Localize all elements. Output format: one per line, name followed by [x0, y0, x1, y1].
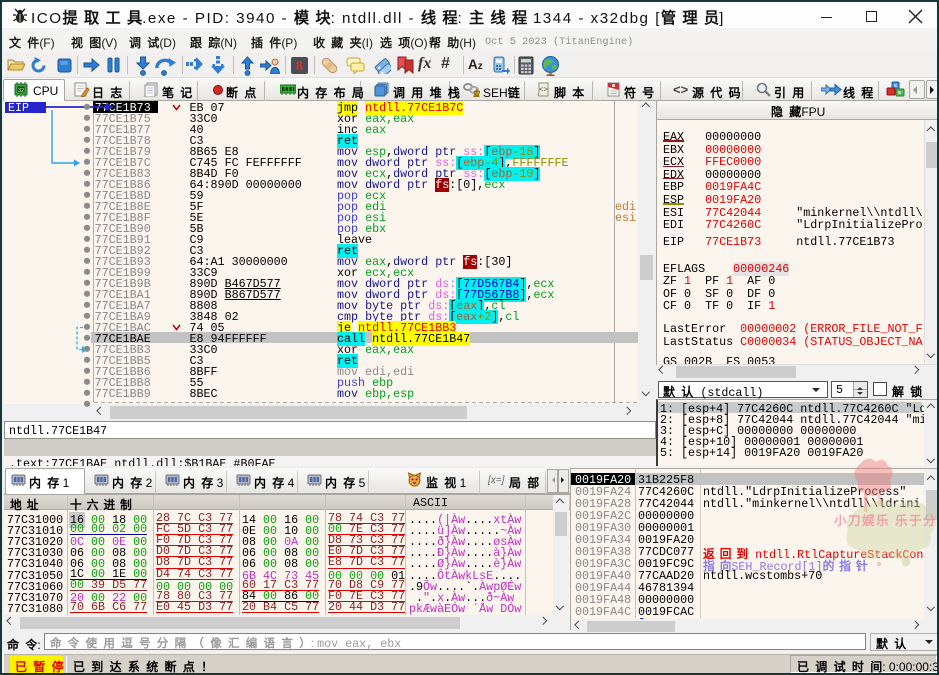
- svg-text:32: 32: [18, 88, 24, 94]
- svg-text:!: !: [476, 92, 477, 97]
- svg-text:8: 8: [296, 59, 303, 74]
- svg-text:<>: <>: [539, 87, 547, 95]
- svg-text:EIP: EIP: [8, 101, 29, 115]
